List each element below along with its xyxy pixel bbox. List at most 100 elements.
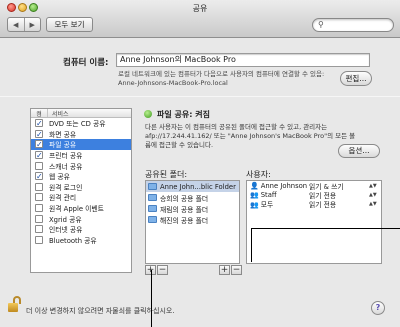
remove-folder-button[interactable]: − — [157, 265, 168, 275]
callout-line — [251, 228, 252, 262]
service-item[interactable]: Xgrid 공유 — [31, 213, 131, 224]
service-checkbox[interactable]: ✓ — [35, 140, 43, 149]
callout-line — [151, 270, 152, 327]
header-service: 서비스 — [52, 111, 69, 118]
lock-message: 더 이상 변경하지 않으려면 자물쇠를 클릭하십시오. — [26, 307, 175, 315]
service-label: 프린터 공유 — [49, 152, 83, 161]
service-item[interactable]: 원격 관리 — [31, 192, 131, 203]
services-rows: ✓ DVD 또는 CD 공유 ✓ 화면 공유 ✓ 파일 공유 ✓ 프린터 공유 스캐너 공유 ✓ 웹… — [31, 118, 131, 245]
sharing-window: 공유 ◀ ▶ 모두 보기 ⚲ 컴퓨터 이름: Anne Johnson의 Mac… — [0, 0, 400, 327]
help-button[interactable]: ? — [371, 301, 385, 315]
folder-icon — [148, 183, 157, 190]
service-label: 웹 공유 — [49, 173, 70, 182]
callout-line — [251, 228, 400, 229]
folder-icon — [148, 205, 157, 212]
user-item[interactable]: 👥 모두 읽기 전용 ▲▼ — [247, 199, 381, 209]
service-label: Bluetooth 공유 — [49, 236, 97, 245]
user-name: Staff — [260, 190, 277, 199]
computer-name-field[interactable]: Anne Johnson의 MacBook Pro — [116, 53, 370, 67]
status-indicator-icon — [144, 110, 152, 118]
folder-icon — [148, 216, 157, 223]
user-name: 모두 — [260, 200, 274, 209]
shared-folders-label: 공유된 폴더: — [145, 170, 188, 179]
header-on: 켬 — [31, 109, 48, 118]
computer-name-label: 컴퓨터 이름: — [63, 58, 109, 68]
service-checkbox[interactable] — [35, 193, 43, 202]
service-label: Xgrid 공유 — [49, 215, 82, 224]
folder-label: 재림의 공용 폴더 — [160, 205, 209, 214]
users-list[interactable]: 👤 Anne Johnson 읽기 & 쓰기 ▲▼ 👥 Staff 읽기 전용 ▲▼ 👥 모두 읽기… — [246, 180, 382, 264]
folder-label: 승희의 공용 폴더 — [160, 194, 209, 203]
service-label: DVD 또는 CD 공유 — [49, 120, 106, 129]
service-label: 인터넷 공유 — [49, 226, 83, 235]
service-label: 원격 Apple 이벤트 — [49, 205, 104, 214]
user-name: Anne Johnson — [260, 181, 308, 190]
stepper-arrows-icon[interactable]: ▲▼ — [369, 201, 379, 207]
remove-user-button[interactable]: − — [231, 265, 242, 275]
service-item[interactable]: 인터넷 공유 — [31, 224, 131, 235]
service-checkbox[interactable] — [35, 214, 43, 223]
service-checkbox[interactable] — [35, 182, 43, 191]
folder-icon — [148, 194, 157, 201]
service-checkbox[interactable] — [35, 161, 43, 170]
service-item[interactable]: 원격 Apple 이벤트 — [31, 203, 131, 214]
folder-rows: Anne John...blic Folder 승희의 공용 폴더재림의 공용 폴… — [146, 181, 239, 225]
service-item[interactable]: ✓ 화면 공유 — [31, 129, 131, 140]
divider — [0, 96, 400, 97]
search-field[interactable]: ⚲ — [312, 18, 394, 32]
user-name-cell: 👥 모두 — [247, 199, 309, 209]
service-label: 스캐너 공유 — [49, 162, 83, 171]
search-icon: ⚲ — [318, 20, 324, 29]
service-label: 원격 로그인 — [49, 183, 83, 192]
services-list[interactable]: 켬 서비스 ✓ DVD 또는 CD 공유 ✓ 화면 공유 ✓ 파일 공유 ✓ 프린터 공유 스캐… — [30, 108, 132, 273]
options-button[interactable]: 옵션... — [338, 144, 380, 158]
file-sharing-info: 다른 사용자는 이 컴퓨터의 공유된 폴더에 접근할 수 있고, 관리자는 af… — [145, 123, 356, 149]
service-item[interactable]: ✓ DVD 또는 CD 공유 — [31, 118, 131, 129]
service-item[interactable]: Bluetooth 공유 — [31, 235, 131, 246]
title-bar: 공유 ◀ ▶ 모두 보기 ⚲ — [0, 0, 400, 38]
group-icon: 👥 — [250, 190, 259, 199]
service-checkbox[interactable]: ✓ — [35, 172, 43, 181]
service-label: 화면 공유 — [49, 130, 77, 139]
service-item[interactable]: 원격 로그인 — [31, 182, 131, 193]
computer-name-description: 로컬 네트워크에 있는 컴퓨터가 다음으로 사용자의 컴퓨터에 연결할 수 있음… — [118, 70, 325, 87]
file-sharing-status: 파일 공유: 켜짐 — [157, 110, 210, 119]
forward-button[interactable]: ▶ — [23, 18, 41, 31]
folder-label: Anne John...blic Folder — [160, 182, 236, 191]
service-item[interactable]: ✓ 웹 공유 — [31, 171, 131, 182]
add-user-button[interactable]: + — [219, 265, 230, 275]
service-checkbox[interactable] — [35, 235, 43, 244]
service-checkbox[interactable]: ✓ — [35, 119, 43, 128]
folder-item[interactable]: 재림의 공용 폴더 — [146, 203, 239, 214]
lock-icon[interactable] — [8, 296, 21, 312]
folder-item[interactable]: 해진의 공용 폴더 — [146, 214, 239, 225]
user-rows: 👤 Anne Johnson 읽기 & 쓰기 ▲▼ 👥 Staff 읽기 전용 ▲▼ 👥 모두 읽기… — [247, 181, 381, 209]
service-checkbox[interactable]: ✓ — [35, 129, 43, 138]
edit-button[interactable]: 편집... — [340, 71, 372, 86]
user-icon: 👤 — [250, 181, 259, 190]
user-name-cell: 👥 Staff — [247, 191, 309, 199]
service-checkbox[interactable]: ✓ — [35, 151, 43, 160]
service-label: 파일 공유 — [49, 141, 77, 150]
service-item[interactable]: ✓ 파일 공유 — [31, 139, 131, 150]
users-label: 사용자: — [246, 170, 271, 179]
folder-label: 해진의 공용 폴더 — [160, 216, 209, 225]
folder-item[interactable]: Anne John...blic Folder — [146, 181, 239, 192]
user-name-cell: 👤 Anne Johnson — [247, 182, 309, 190]
shared-folders-list[interactable]: Anne John...blic Folder 승희의 공용 폴더재림의 공용 폴… — [145, 180, 240, 264]
back-button[interactable]: ◀ — [8, 18, 24, 31]
service-item[interactable]: 스캐너 공유 — [31, 160, 131, 171]
window-title: 공유 — [192, 4, 208, 13]
show-all-button[interactable]: 모두 보기 — [46, 17, 93, 32]
group-icon: 👥 — [250, 200, 259, 209]
stepper-arrows-icon[interactable]: ▲▼ — [369, 183, 379, 189]
service-item[interactable]: ✓ 프린터 공유 — [31, 150, 131, 161]
service-label: 원격 관리 — [49, 194, 77, 203]
service-checkbox[interactable] — [35, 204, 43, 213]
services-header: 켬 서비스 — [31, 109, 131, 118]
permission-select[interactable]: 읽기 전용 — [309, 199, 369, 209]
stepper-arrows-icon[interactable]: ▲▼ — [369, 192, 379, 198]
nav-buttons: ◀ ▶ — [7, 17, 41, 32]
folder-item[interactable]: 승희의 공용 폴더 — [146, 192, 239, 203]
service-checkbox[interactable] — [35, 225, 43, 234]
